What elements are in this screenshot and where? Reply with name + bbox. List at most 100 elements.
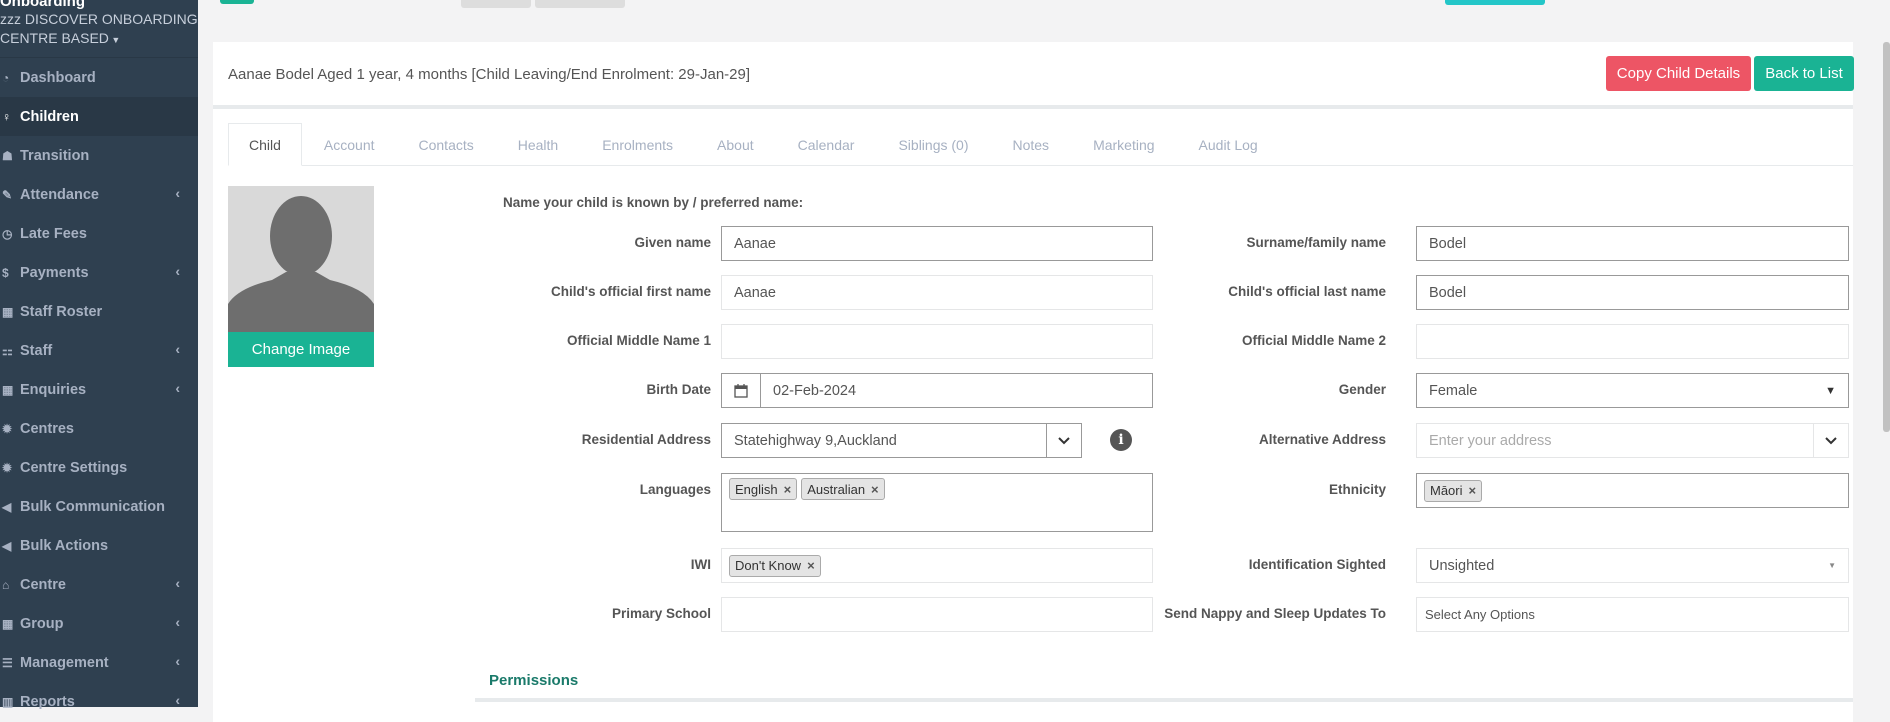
- org-name: zzz DISCOVER ONBOARDING: [0, 11, 198, 27]
- remove-icon[interactable]: ×: [807, 558, 815, 573]
- grid-icon: ▦: [2, 382, 14, 397]
- org-header[interactable]: Onboarding zzz DISCOVER ONBOARDING CENTRE…: [0, 0, 198, 58]
- sidebar-item-bulk-communication[interactable]: ◀ Bulk Communication: [0, 487, 198, 526]
- divider: [213, 105, 1853, 109]
- sidebar-item-centres[interactable]: ✹ Centres: [0, 409, 198, 448]
- primary-school-input[interactable]: [721, 597, 1153, 632]
- middle-name-2-label: Official Middle Name 2: [1241, 333, 1386, 348]
- identification-sighted-select[interactable]: Unsighted ▼: [1416, 548, 1849, 583]
- languages-tag[interactable]: Australian ×: [801, 478, 885, 500]
- toolbar-green-button[interactable]: [220, 0, 254, 4]
- page-title: Aanae Bodel Aged 1 year, 4 months [Child…: [228, 66, 751, 83]
- surname-input[interactable]: Bodel: [1416, 226, 1849, 261]
- tab-marketing[interactable]: Marketing: [1071, 123, 1176, 166]
- identification-sighted-label: Identification Sighted: [1248, 557, 1386, 572]
- list-icon: ☰: [2, 655, 13, 670]
- calendar-icon[interactable]: [721, 373, 760, 408]
- languages-label: Languages: [639, 482, 711, 497]
- sidebar-item-group[interactable]: ▦ Group ‹: [0, 604, 198, 643]
- toolbar-teal-button[interactable]: [1445, 0, 1545, 5]
- avatar-silhouette-icon: [228, 186, 374, 332]
- iwi-multiselect[interactable]: Don't Know ×: [721, 548, 1153, 583]
- middle-name-1-input[interactable]: [721, 324, 1153, 359]
- edit-icon: ✎: [2, 187, 13, 202]
- calendar-icon: ▦: [2, 304, 14, 319]
- tag-label: Don't Know: [735, 558, 802, 573]
- bullhorn-icon: ◀: [2, 538, 12, 553]
- caret-down-icon: ▼: [108, 35, 121, 45]
- official-last-name-input[interactable]: Bodel: [1416, 275, 1849, 310]
- change-image-button[interactable]: Change Image: [228, 332, 374, 367]
- languages-tag[interactable]: English ×: [729, 478, 798, 500]
- scrollbar-thumb[interactable]: [1883, 42, 1890, 432]
- sidebar-item-label: Bulk Actions: [20, 537, 109, 554]
- org-subtitle[interactable]: zzz DISCOVER ONBOARDING CENTRE BASED ▼: [0, 10, 198, 50]
- preferred-name-heading: Name your child is known by / preferred …: [503, 195, 804, 210]
- sidebar-item-staff-roster[interactable]: ▦ Staff Roster: [0, 292, 198, 331]
- languages-multiselect[interactable]: English × Australian ×: [721, 473, 1153, 532]
- residential-address-label: Residential Address: [581, 432, 711, 447]
- residential-address-input[interactable]: Statehighway 9,Auckland: [721, 423, 1047, 458]
- ethnicity-multiselect[interactable]: Māori ×: [1416, 473, 1849, 508]
- pie-chart-icon: ◔: [2, 70, 10, 85]
- sidebar-item-payments[interactable]: $ Payments ‹: [0, 253, 198, 292]
- gender-label: Gender: [1338, 382, 1386, 397]
- top-toolbar: [198, 0, 1890, 22]
- sidebar-nav: ◔ Dashboard ♀ Children ☗ Transition ✎ Attendanc…: [0, 58, 198, 721]
- ethnicity-tag[interactable]: Māori ×: [1424, 479, 1483, 502]
- dollar-icon: $: [2, 265, 9, 280]
- given-name-input[interactable]: Aanae: [721, 226, 1153, 261]
- primary-school-label: Primary School: [611, 606, 711, 621]
- tab-notes[interactable]: Notes: [990, 123, 1071, 166]
- chevron-left-icon: ‹: [175, 263, 180, 279]
- info-icon[interactable]: i: [1110, 429, 1132, 451]
- child-details-panel: Aanae Bodel Aged 1 year, 4 months [Child…: [213, 42, 1854, 722]
- chevron-left-icon: ‹: [175, 380, 180, 396]
- sidebar-item-label: Payments: [20, 264, 89, 281]
- sidebar-item-management[interactable]: ☰ Management ‹: [0, 643, 198, 682]
- chevron-down-icon[interactable]: [1813, 423, 1849, 458]
- sidebar-item-staff[interactable]: ⚏ Staff ‹: [0, 331, 198, 370]
- sidebar-item-children[interactable]: ♀ Children: [0, 97, 198, 136]
- tab-contacts[interactable]: Contacts: [397, 123, 496, 166]
- birth-date-input[interactable]: 02-Feb-2024: [760, 373, 1153, 408]
- toolbar-gray-button-1[interactable]: [461, 0, 531, 8]
- sidebar-item-dashboard[interactable]: ◔ Dashboard: [0, 58, 198, 97]
- remove-icon[interactable]: ×: [784, 482, 792, 497]
- back-to-list-button[interactable]: Back to List: [1754, 56, 1854, 91]
- tag-label: Australian: [807, 481, 866, 497]
- child-icon: ♀: [2, 109, 11, 124]
- sidebar-item-transition[interactable]: ☗ Transition: [0, 136, 198, 175]
- nappy-sleep-updates-select[interactable]: Select Any Options: [1416, 597, 1849, 632]
- iwi-tag[interactable]: Don't Know ×: [729, 554, 821, 577]
- sidebar-item-label: Bulk Communication: [20, 498, 166, 515]
- sidebar-item-label: Dashboard: [20, 69, 96, 86]
- gender-select[interactable]: Female ▼: [1416, 373, 1849, 408]
- tab-siblings-0[interactable]: Siblings (0): [876, 123, 990, 166]
- sidebar-item-enquiries[interactable]: ▦ Enquiries ‹: [0, 370, 198, 409]
- sidebar-item-label: Centre Settings: [20, 459, 128, 476]
- sidebar-item-attendance[interactable]: ✎ Attendance ‹: [0, 175, 198, 214]
- tab-health[interactable]: Health: [496, 123, 580, 166]
- tab-child[interactable]: Child: [228, 123, 302, 166]
- alternative-address-input[interactable]: Enter your address: [1416, 423, 1814, 458]
- tab-audit-log[interactable]: Audit Log: [1177, 123, 1280, 166]
- copy-child-details-button[interactable]: Copy Child Details: [1606, 56, 1751, 91]
- chevron-down-icon[interactable]: [1046, 423, 1082, 458]
- sidebar-item-reports[interactable]: ▥ Reports ‹: [0, 682, 198, 721]
- remove-icon[interactable]: ×: [1469, 483, 1477, 498]
- tab-account[interactable]: Account: [302, 123, 397, 166]
- sidebar-item-centre-settings[interactable]: ✹ Centre Settings: [0, 448, 198, 487]
- surname-label: Surname/family name: [1246, 235, 1386, 250]
- tab-calendar[interactable]: Calendar: [776, 123, 877, 166]
- tab-enrolments[interactable]: Enrolments: [580, 123, 695, 166]
- remove-icon[interactable]: ×: [871, 482, 879, 497]
- tab-about[interactable]: About: [695, 123, 776, 166]
- middle-name-2-input[interactable]: [1416, 324, 1849, 359]
- sidebar-item-late-fees[interactable]: ◷ Late Fees: [0, 214, 198, 253]
- chevron-left-icon: ‹: [175, 575, 180, 591]
- sidebar-item-centre[interactable]: ⌂ Centre ‹: [0, 565, 198, 604]
- sidebar-item-bulk-actions[interactable]: ◀ Bulk Actions: [0, 526, 198, 565]
- toolbar-gray-button-2[interactable]: [535, 0, 625, 8]
- official-first-name-input[interactable]: Aanae: [721, 275, 1153, 310]
